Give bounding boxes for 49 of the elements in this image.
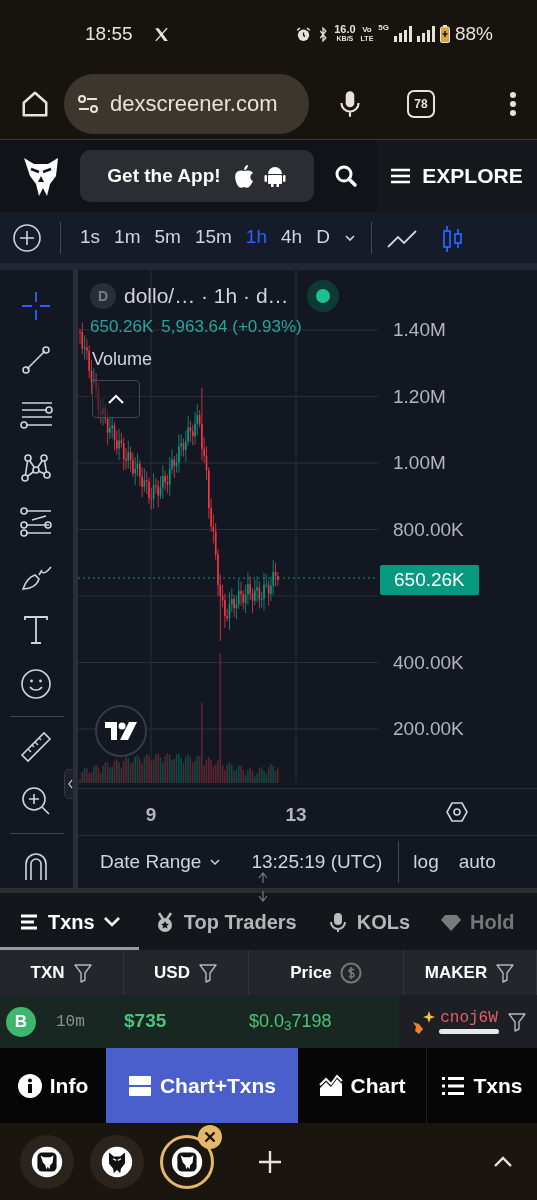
last-value: 650.26K <box>90 316 154 338</box>
tab-count-button[interactable]: 78 <box>407 89 435 118</box>
maker-link[interactable]: cnoj6W <box>440 1009 498 1027</box>
table-cell-text: 10m <box>56 1011 85 1033</box>
column-title: Price <box>290 961 332 984</box>
column-title: TXN <box>30 961 65 984</box>
network-label: 5G <box>378 21 389 34</box>
timeframe-tab[interactable]: 1h <box>238 223 274 252</box>
table-cell-text: $0.0$_{3}$7198 <box>249 1010 333 1035</box>
chart-title: dollo/… · 1h · d… <box>124 283 289 310</box>
utc-clock: 13:25:19 (UTC) <box>251 849 383 874</box>
panel-tab[interactable]: Hold <box>425 893 530 950</box>
get-app-button[interactable]: Get the App! <box>80 150 314 202</box>
auto-scale-button[interactable]: auto <box>458 847 496 877</box>
price-axis-label: 800.00K <box>393 518 464 541</box>
volte-label: Vo <box>362 25 372 34</box>
date-range-button[interactable]: Date Range <box>100 847 222 877</box>
address-bar[interactable]: dexscreener.com <box>64 73 309 134</box>
price-axis-label: 400.00K <box>393 651 464 674</box>
view-tab[interactable]: Chart+Txns <box>106 1048 298 1123</box>
column-title: MAKER <box>424 961 488 984</box>
clock-time: 18:55 <box>85 21 133 46</box>
buy-badge: B <box>6 1006 36 1037</box>
price-axis-label: 1.20M <box>393 385 446 408</box>
column-title: USD <box>154 961 190 984</box>
url-text: dexscreener.com <box>110 90 278 118</box>
timeframe-tab[interactable]: 5m <box>147 223 188 252</box>
speed-value: 16.0 <box>334 25 356 34</box>
timeframe-tab[interactable]: D <box>309 223 337 252</box>
price-axis-label: 1.40M <box>393 319 446 341</box>
timeframe-tab[interactable]: 15m <box>187 223 239 252</box>
log-scale-button[interactable]: log <box>413 847 439 877</box>
time-axis-label: 9 <box>144 803 158 827</box>
panel-tab[interactable]: KOLs <box>311 893 426 950</box>
timeframe-tab[interactable]: 1s <box>73 223 108 252</box>
indicator-label: Volume <box>92 348 153 371</box>
timeframe-tab[interactable]: 1m <box>107 223 148 252</box>
token-avatar: D <box>90 283 116 309</box>
timeframe-tab[interactable]: 4h <box>274 223 310 252</box>
panel-tab[interactable]: Txns <box>0 893 139 950</box>
change-value: 5,963.64 (+0.93%) <box>161 316 302 338</box>
battery-percent: 88% <box>454 21 493 46</box>
price-axis-label: 1.00M <box>393 452 446 474</box>
time-axis-label: 13 <box>284 803 308 827</box>
price-axis-label: 200.00K <box>393 718 464 740</box>
panel-tab[interactable]: Top Traders <box>138 893 312 950</box>
price-tag: 650.26K <box>380 565 479 595</box>
table-cell-text: $735 <box>124 1009 168 1034</box>
explore-button[interactable]: EXPLORE <box>377 140 537 212</box>
